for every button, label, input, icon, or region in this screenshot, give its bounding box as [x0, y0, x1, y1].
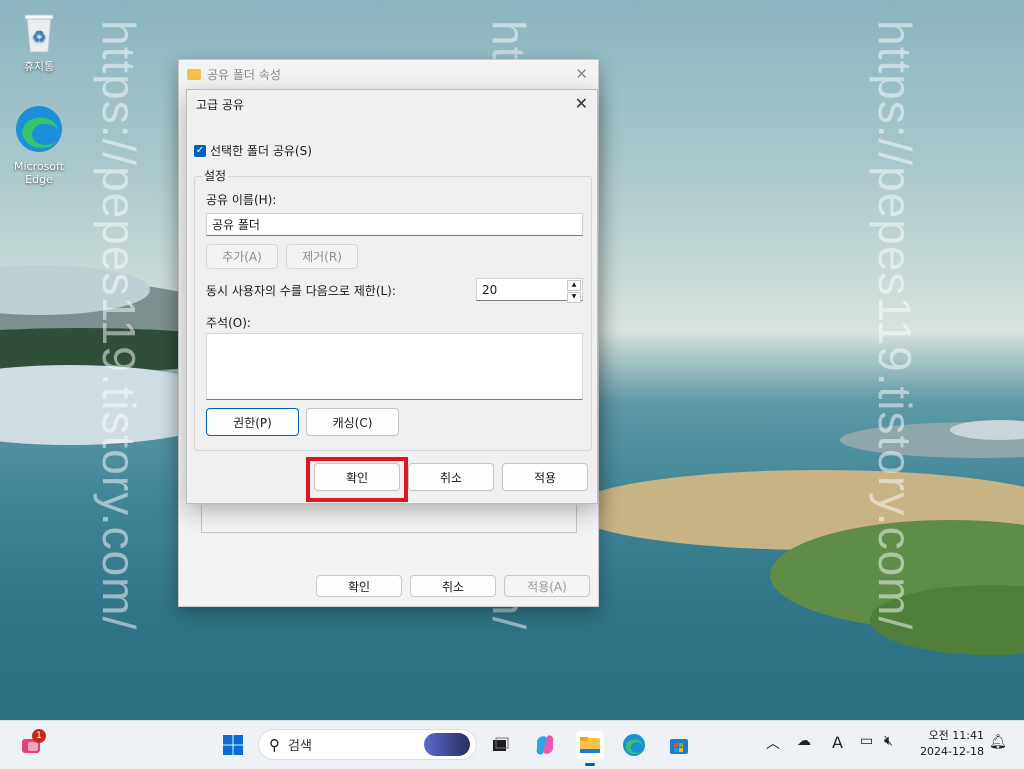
edge-icon: [4, 104, 74, 157]
store-button[interactable]: [665, 731, 693, 759]
share-name-input[interactable]: 공유 폴더: [206, 213, 583, 236]
add-button[interactable]: 추가(A): [206, 244, 278, 269]
taskbar: 1 ⚲ 검색 ︿ ☁ A ▭ 🔇︎ 오전 11:41 2024-12-18 🔔︎: [0, 720, 1024, 769]
properties-title: 공유 폴더 속성: [207, 67, 281, 82]
properties-ok-button[interactable]: 확인: [316, 575, 402, 597]
share-folder-checkbox[interactable]: ✓ 선택한 폴더 공유(S): [194, 142, 312, 159]
comment-label: 주석(O):: [206, 316, 251, 330]
onedrive-offline-icon[interactable]: ☁: [797, 733, 811, 749]
file-explorer-button[interactable]: [576, 731, 604, 766]
ok-button[interactable]: 확인: [314, 463, 400, 491]
windows-logo-icon: [223, 735, 243, 755]
chevron-up-icon[interactable]: ︿: [766, 733, 780, 753]
properties-apply-button[interactable]: 적용(A): [504, 575, 590, 597]
network-sharing-info-box: [201, 505, 577, 533]
advanced-sharing-dialog: 고급 공유 ✕ ✓ 선택한 폴더 공유(S) 설정 공유 이름(H): 공유 폴…: [186, 89, 598, 504]
task-view-button[interactable]: [486, 731, 514, 759]
copilot-button[interactable]: [531, 731, 559, 759]
edge-icon: [622, 733, 646, 757]
notification-badge: 1: [32, 729, 46, 743]
spin-down-icon[interactable]: ▼: [567, 292, 581, 303]
dialog-title: 고급 공유: [196, 97, 244, 112]
desktop-icon-recycle-bin[interactable]: ♻ 휴지통: [4, 10, 74, 73]
clock-time: 오전 11:41: [928, 729, 984, 742]
comment-textarea[interactable]: [206, 333, 583, 400]
active-indicator: [585, 763, 595, 766]
folder-icon: [187, 68, 201, 80]
volume-muted-icon[interactable]: 🔇︎: [884, 733, 893, 749]
share-name-label: 공유 이름(H):: [206, 193, 277, 207]
properties-cancel-button[interactable]: 취소: [410, 575, 496, 597]
cancel-button[interactable]: 취소: [408, 463, 494, 491]
bell-icon[interactable]: 🔔︎: [989, 734, 1007, 750]
spinner[interactable]: ▲ ▼: [567, 280, 581, 303]
dialog-titlebar: 고급 공유: [187, 90, 597, 118]
copilot-icon: [536, 735, 554, 755]
task-view-icon: [493, 737, 509, 751]
share-folder-label: 선택한 폴더 공유(S): [210, 144, 312, 158]
caching-button[interactable]: 캐싱(C): [306, 408, 399, 436]
search-icon: ⚲: [269, 735, 280, 754]
widgets-button[interactable]: 1: [18, 729, 46, 759]
svg-text:♻: ♻: [32, 27, 46, 46]
edge-taskbar-button[interactable]: [620, 731, 648, 759]
permissions-button[interactable]: 권한(P): [206, 408, 299, 436]
network-icon[interactable]: ▭: [860, 733, 873, 749]
remove-button[interactable]: 제거(R): [286, 244, 358, 269]
recycle-bin-icon: ♻: [4, 10, 74, 57]
desktop-icon-label: Microsoft Edge: [13, 160, 65, 186]
watermark-text: https://pepes119.tistory.com/: [869, 20, 921, 631]
properties-titlebar: 공유 폴더 속성: [179, 60, 598, 88]
store-icon: [670, 739, 688, 754]
close-icon[interactable]: ✕: [575, 65, 588, 83]
checkmark-icon: ✓: [194, 144, 206, 157]
clock[interactable]: 오전 11:41 2024-12-18: [914, 728, 984, 760]
ime-indicator[interactable]: A: [832, 733, 843, 752]
search-placeholder: 검색: [288, 739, 312, 754]
user-limit-label: 동시 사용자의 수를 다음으로 제한(L):: [206, 284, 396, 298]
desktop-icon-edge[interactable]: Microsoft Edge: [4, 104, 74, 186]
spin-up-icon[interactable]: ▲: [567, 280, 581, 291]
apply-button[interactable]: 적용: [502, 463, 588, 491]
share-name-value: 공유 폴더: [212, 218, 260, 232]
user-limit-input[interactable]: 20 ▲ ▼: [476, 278, 583, 303]
close-icon[interactable]: ✕: [575, 94, 588, 113]
file-explorer-icon: [580, 737, 600, 753]
watermark-text: https://pepes119.tistory.com/: [93, 20, 145, 631]
desktop-icon-label: 휴지통: [23, 60, 55, 73]
clock-date: 2024-12-18: [920, 745, 984, 758]
search-highlight-icon: [424, 733, 470, 756]
start-button[interactable]: [219, 731, 247, 759]
search-box[interactable]: ⚲ 검색: [258, 729, 477, 760]
user-limit-value: 20: [482, 282, 498, 297]
settings-group-label: 설정: [202, 167, 229, 184]
